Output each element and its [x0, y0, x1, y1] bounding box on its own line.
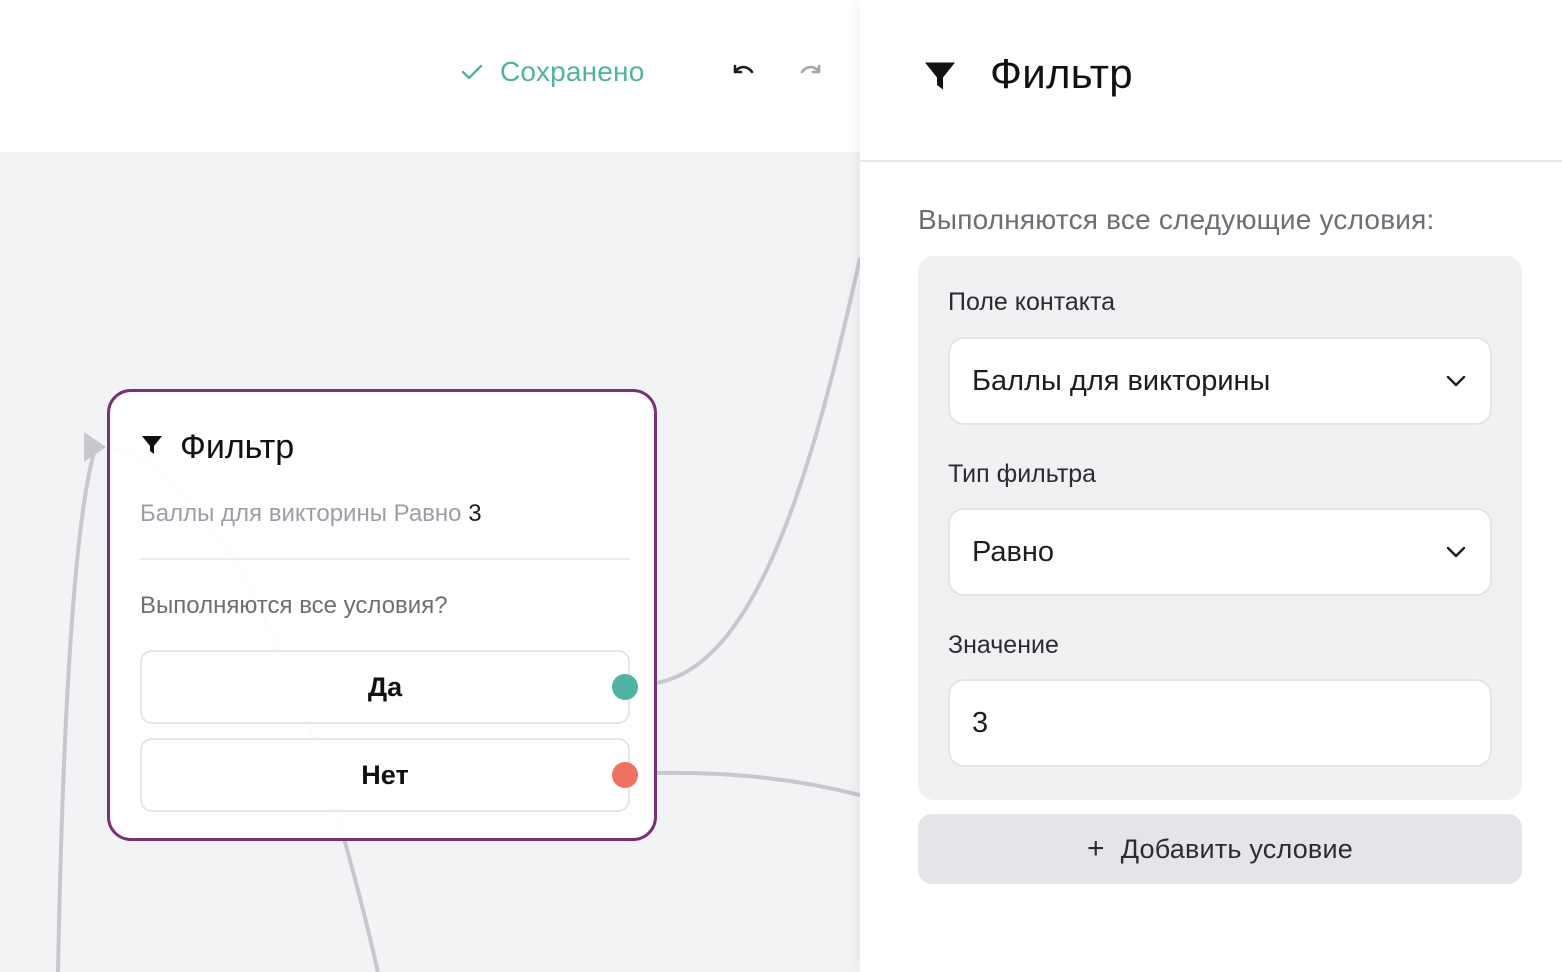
filter-node[interactable]: Фильтр Баллы для викторины Равно 3 Выпол… [107, 389, 657, 841]
filter-type-select[interactable]: Равно [948, 508, 1492, 596]
plus-icon: + [1087, 832, 1105, 865]
value-label: Значение [948, 631, 1059, 659]
top-toolbar: Сохранено [0, 0, 860, 152]
save-status-label: Сохранено [500, 56, 645, 87]
conditions-heading: Выполняются все следующие условия: [918, 204, 1435, 235]
undo-icon [730, 60, 756, 85]
contact-field-select[interactable]: Баллы для викторины [948, 337, 1492, 425]
filter-type-label: Тип фильтра [948, 460, 1097, 488]
flow-builder: Сохранено Фильтр Баллы для викторины Рав… [0, 0, 860, 972]
value-input[interactable]: 3 [948, 679, 1492, 767]
save-status: Сохранено [458, 52, 645, 92]
node-summary-value: 3 [468, 500, 482, 527]
branch-no-button[interactable]: Нет [140, 738, 630, 812]
chevron-down-icon [1444, 369, 1468, 393]
redo-icon [798, 60, 824, 85]
add-condition-button[interactable]: + Добавить условие [918, 814, 1522, 884]
funnel-icon [140, 433, 164, 462]
panel-header: Фильтр [860, 0, 1562, 162]
branch-yes-button[interactable]: Да [140, 650, 630, 724]
redo-button[interactable] [793, 54, 829, 90]
contact-field-label: Поле контакта [948, 288, 1116, 316]
undo-button[interactable] [725, 54, 761, 90]
filter-type-value: Равно [972, 535, 1055, 568]
node-divider [140, 558, 630, 560]
node-question: Выполняются все условия? [140, 592, 448, 619]
panel-title: Фильтр [990, 50, 1133, 97]
funnel-icon [922, 58, 958, 94]
filter-settings-panel: Фильтр Выполняются все следующие условия… [860, 0, 1562, 972]
port-yes[interactable] [612, 674, 638, 700]
add-condition-label: Добавить условие [1120, 833, 1353, 864]
chevron-down-icon [1444, 540, 1468, 564]
node-condition-summary: Баллы для викторины Равно 3 [140, 500, 482, 528]
node-title: Фильтр [180, 428, 295, 466]
node-header: Фильтр [140, 428, 294, 467]
contact-field-value: Баллы для викторины [972, 364, 1271, 397]
value-input-text: 3 [972, 706, 989, 739]
port-no[interactable] [612, 762, 638, 788]
node-summary-text: Баллы для викторины Равно [140, 500, 462, 527]
check-icon [458, 58, 486, 86]
condition-group: Поле контакта Баллы для викторины Тип фи… [918, 256, 1522, 800]
